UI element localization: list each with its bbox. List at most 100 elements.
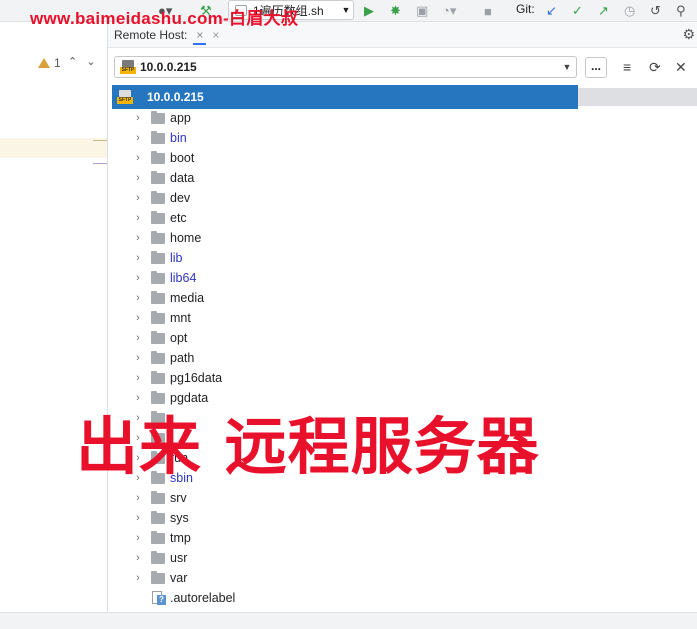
folder-name: app xyxy=(170,111,191,125)
history-icon[interactable]: ◷ xyxy=(624,2,635,20)
chevron-right-icon[interactable]: › xyxy=(130,312,146,324)
tree-row-folder[interactable]: › bin xyxy=(130,128,580,148)
folder-icon xyxy=(151,570,165,584)
git-label: Git: xyxy=(516,2,535,16)
chevron-right-icon[interactable]: › xyxy=(130,572,146,584)
warning-count: 1 xyxy=(54,56,61,70)
folder-icon xyxy=(151,290,165,304)
folder-icon xyxy=(151,250,165,264)
chevron-right-icon[interactable]: › xyxy=(130,152,146,164)
chevron-down-icon: ▼ xyxy=(562,62,572,72)
chevron-right-icon[interactable]: › xyxy=(130,292,146,304)
folder-icon xyxy=(151,310,165,324)
gear-icon[interactable]: ⚙ xyxy=(682,26,695,43)
refresh-icon[interactable]: ⟳ xyxy=(649,59,661,76)
tree-row-folder[interactable]: › app xyxy=(130,108,580,128)
tree-row-folder[interactable]: › etc xyxy=(130,208,580,228)
folder-name: data xyxy=(170,171,195,185)
unknown-file-icon: ? xyxy=(151,591,166,605)
watermark: www.baimeidashu.com-白眉大叔 xyxy=(30,9,299,28)
chevron-right-icon[interactable]: › xyxy=(130,232,146,244)
stop-icon[interactable]: ■ xyxy=(484,2,492,20)
rollback-icon[interactable]: ↺ xyxy=(650,2,661,20)
git-update-icon[interactable]: ↙ xyxy=(546,2,557,20)
host-select[interactable]: SFTP 10.0.0.215 ▼ xyxy=(114,56,577,78)
tree-row-folder[interactable]: › path xyxy=(130,348,580,368)
folder-icon xyxy=(151,270,165,284)
chevron-right-icon[interactable]: › xyxy=(130,372,146,384)
tree-row-folder[interactable]: › tmp xyxy=(130,528,580,548)
remote-file-tree: › app › bin › boot › data › dev › etc › home › lib › lib6… xyxy=(130,108,580,608)
folder-name: etc xyxy=(170,211,187,225)
host-dropdown-item[interactable]: SFTP 10.0.0.215 xyxy=(112,85,578,109)
browse-button[interactable]: ... xyxy=(585,57,607,78)
folder-icon xyxy=(151,210,165,224)
tree-row-folder[interactable]: › var xyxy=(130,568,580,588)
tree-row-folder[interactable]: › srv xyxy=(130,488,580,508)
tree-row-folder[interactable]: › dev xyxy=(130,188,580,208)
folder-name: opt xyxy=(170,331,188,345)
folder-icon xyxy=(151,150,165,164)
tree-row-folder[interactable]: › opt xyxy=(130,328,580,348)
git-push-icon[interactable]: ↗ xyxy=(598,2,609,20)
status-bar xyxy=(0,612,697,629)
gutter-marker xyxy=(93,163,107,164)
tree-row-folder[interactable]: › media xyxy=(130,288,580,308)
current-line-highlight xyxy=(0,138,107,158)
tree-row-folder[interactable]: › mnt xyxy=(130,308,580,328)
debug-icon[interactable]: ✸ xyxy=(390,2,401,20)
host-dropdown-item-label: 10.0.0.215 xyxy=(147,90,204,104)
chevron-right-icon[interactable]: › xyxy=(130,252,146,264)
warning-indicator[interactable]: 1 xyxy=(38,56,61,70)
prev-next-highlight-arrows[interactable]: ⌃ ⌄ xyxy=(68,55,96,68)
chevron-right-icon[interactable]: › xyxy=(130,512,146,524)
chevron-right-icon[interactable]: › xyxy=(130,272,146,284)
tree-row-folder[interactable]: › lib64 xyxy=(130,268,580,288)
chevron-right-icon[interactable]: › xyxy=(130,332,146,344)
folder-name: srv xyxy=(170,491,187,505)
close-icon[interactable]: × xyxy=(212,28,219,42)
tree-row-folder[interactable]: › boot xyxy=(130,148,580,168)
folder-name: bin xyxy=(170,131,187,145)
chevron-right-icon[interactable]: › xyxy=(130,132,146,144)
collapse-icon[interactable]: ≡ xyxy=(623,59,631,75)
run-icon[interactable]: ▶ xyxy=(364,2,374,20)
profile-icon[interactable]: ◔▾ xyxy=(442,2,456,20)
file-name: .autorelabel xyxy=(170,591,236,605)
git-commit-icon[interactable]: ✓ xyxy=(572,2,583,20)
folder-icon xyxy=(151,350,165,364)
tree-row-folder[interactable]: › sys xyxy=(130,508,580,528)
close-icon[interactable]: ✕ xyxy=(675,59,687,76)
folder-icon xyxy=(151,110,165,124)
tree-row-folder[interactable]: › usr xyxy=(130,548,580,568)
chevron-right-icon[interactable]: › xyxy=(130,552,146,564)
chevron-right-icon[interactable]: › xyxy=(130,192,146,204)
chevron-right-icon[interactable]: › xyxy=(130,532,146,544)
gutter-marker xyxy=(93,140,107,141)
folder-name: lib64 xyxy=(170,271,197,285)
chevron-right-icon[interactable]: › xyxy=(130,172,146,184)
tree-row-folder[interactable]: › data xyxy=(130,168,580,188)
tree-row-folder[interactable]: › lib xyxy=(130,248,580,268)
dropdown-shadow xyxy=(578,88,697,106)
folder-icon xyxy=(151,170,165,184)
tree-row-folder[interactable]: › pg16data xyxy=(130,368,580,388)
tree-row-file[interactable]: ? .autorelabel xyxy=(130,588,580,608)
folder-icon xyxy=(151,370,165,384)
sftp-icon: SFTP xyxy=(117,90,133,104)
coverage-icon[interactable]: ▣ xyxy=(416,2,428,20)
chevron-right-icon[interactable]: › xyxy=(130,112,146,124)
folder-icon xyxy=(151,330,165,344)
tree-row-folder[interactable]: › home xyxy=(130,228,580,248)
folder-name: tmp xyxy=(170,531,191,545)
folder-icon xyxy=(151,230,165,244)
folder-name: lib xyxy=(170,251,183,265)
search-icon[interactable]: ⚲ xyxy=(676,2,686,20)
chevron-right-icon[interactable]: › xyxy=(130,352,146,364)
chevron-right-icon[interactable]: › xyxy=(130,492,146,504)
overlay-caption: 出来 远程服务器 xyxy=(76,410,540,483)
folder-name: home xyxy=(170,231,202,245)
editor-panel: 1 ⌃ ⌄ xyxy=(0,22,108,612)
sftp-icon: SFTP xyxy=(120,60,136,74)
chevron-right-icon[interactable]: › xyxy=(130,212,146,224)
